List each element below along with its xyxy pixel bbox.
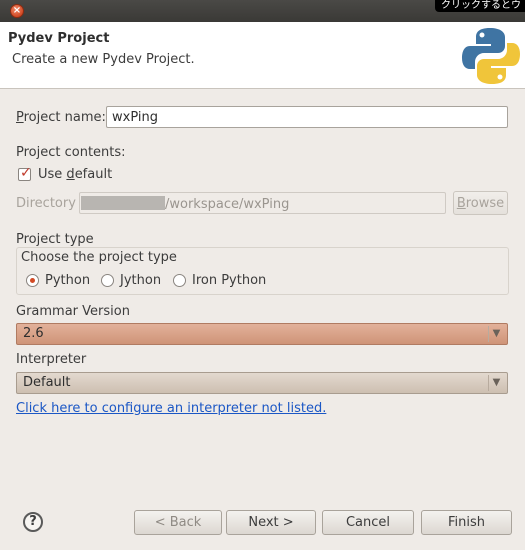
project-name-input[interactable]: wxPing	[106, 106, 508, 128]
tooltip-fragment: クリックするとウ	[435, 0, 525, 12]
use-default-checkbox[interactable]: ✓	[18, 165, 32, 181]
grammar-version-label: Grammar Version	[16, 304, 130, 319]
project-type-group-label: Choose the project type	[21, 250, 179, 265]
help-question-icon[interactable]: ?	[23, 512, 43, 532]
directory-input: /workspace/wxPing	[79, 192, 446, 214]
radio-jython[interactable]	[101, 274, 114, 287]
radio-python[interactable]	[26, 274, 39, 287]
project-name-label: Project name:	[16, 110, 106, 125]
radio-iron-python[interactable]	[173, 274, 186, 287]
close-window-icon[interactable]: ×	[10, 4, 24, 18]
page-title: Pydev Project	[8, 31, 110, 46]
use-default-label[interactable]: Use default	[38, 167, 112, 182]
back-button[interactable]: < Back	[134, 510, 222, 535]
interpreter-label: Interpreter	[16, 352, 87, 367]
directory-label: Directory	[16, 196, 76, 211]
interpreter-select[interactable]: Default ▼	[16, 372, 508, 394]
page-description: Create a new Pydev Project.	[12, 52, 195, 67]
checkmark-icon: ✓	[20, 165, 32, 181]
configure-interpreter-link[interactable]: Click here to configure an interpreter n…	[16, 401, 326, 416]
browse-button: Browse	[453, 191, 508, 215]
redacted-path-block	[81, 196, 165, 210]
next-button[interactable]: Next >	[226, 510, 316, 535]
radio-jython-label[interactable]: Jython	[120, 273, 161, 288]
chevron-down-icon: ▼	[488, 375, 504, 391]
python-logo-icon	[462, 28, 520, 84]
finish-button[interactable]: Finish	[421, 510, 512, 535]
project-type-label: Project type	[16, 232, 94, 247]
cancel-button[interactable]: Cancel	[322, 510, 414, 535]
project-contents-label: Project contents:	[16, 145, 126, 160]
wizard-header: Pydev Project Create a new Pydev Project…	[0, 22, 525, 89]
radio-python-label[interactable]: Python	[45, 273, 90, 288]
radio-iron-python-label[interactable]: Iron Python	[192, 273, 266, 288]
window-titlebar: × クリックするとウ	[0, 0, 525, 22]
grammar-version-select[interactable]: 2.6 ▼	[16, 323, 508, 345]
chevron-down-icon: ▼	[488, 326, 504, 342]
